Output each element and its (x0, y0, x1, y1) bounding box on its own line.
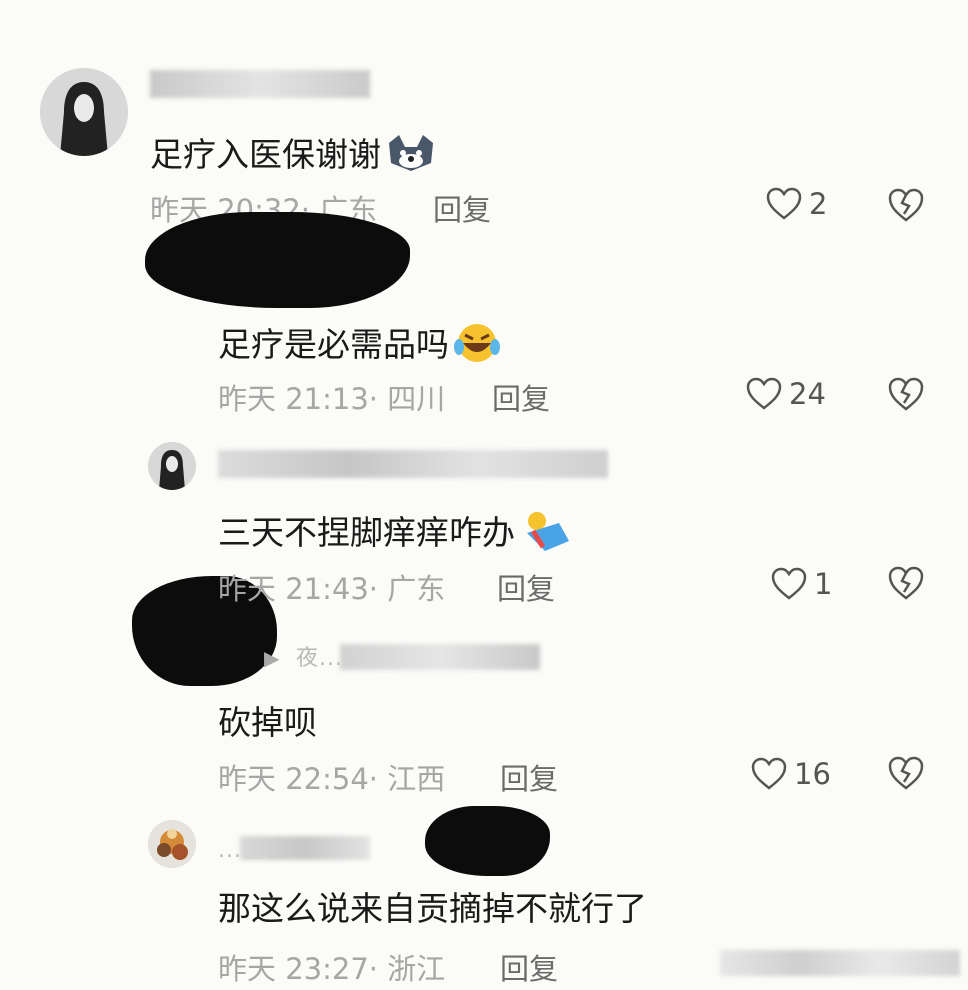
comment-text-content: 足疗入医保谢谢 (150, 135, 381, 174)
reply-to-username[interactable]: 夜... (296, 640, 343, 672)
comment-time: 昨天 21:13 (218, 382, 369, 416)
avatar[interactable] (40, 68, 128, 156)
like-count: 24 (789, 377, 826, 411)
like-count: 2 (809, 187, 828, 221)
meta-separator: · (368, 762, 388, 796)
broken-heart-icon (888, 756, 924, 790)
dislike-button[interactable] (886, 564, 926, 606)
dislike-button[interactable] (886, 375, 926, 417)
comment-text-content: 三天不捏脚痒痒咋办 (218, 513, 515, 552)
avatar-image (40, 68, 128, 156)
redacted-area (145, 212, 410, 308)
redacted-area (425, 806, 550, 876)
comment-time: 昨天 21:43 (218, 572, 369, 606)
broken-heart-icon (888, 377, 924, 411)
comment-location: 广东 (387, 572, 446, 606)
comment-thread: 足疗入医保谢谢 昨天 20:32· 广东 回复 2 足疗是必需品吗 昨天 21:… (0, 0, 968, 990)
reply-to-username-text: 夜... (296, 646, 343, 671)
dislike-button[interactable] (886, 186, 926, 228)
comment-location: 四川 (387, 382, 446, 416)
comment-text-content: 砍掉呗 (218, 703, 317, 742)
like-button[interactable]: 24 (745, 376, 826, 412)
like-button[interactable]: 2 (765, 186, 827, 222)
comment-text-content: 那这么说来自贡摘掉不就行了 (218, 889, 647, 928)
comment-meta: 昨天 21:13· 四川 (218, 376, 445, 418)
comment-meta: 昨天 22:54· 江西 (218, 756, 445, 798)
username[interactable] (150, 70, 370, 98)
comment-text: 三天不捏脚痒痒咋办 (218, 506, 573, 563)
comment-location: 浙江 (387, 952, 446, 986)
comment-time: 昨天 23:27 (218, 952, 369, 986)
comment-text-content: 足疗是必需品吗 (218, 325, 449, 364)
comment-text: 足疗是必需品吗 (218, 318, 501, 373)
avatar-image (148, 442, 196, 490)
broken-heart-icon (888, 188, 924, 222)
heart-outline-icon (746, 377, 782, 410)
comment-location: 江西 (387, 762, 446, 796)
dislike-button[interactable] (886, 754, 926, 796)
meta-separator: · (368, 382, 388, 416)
heart-outline-icon (751, 757, 787, 790)
reply-button[interactable]: 回复 (433, 187, 491, 229)
like-count: 1 (814, 567, 833, 601)
comment-text: 那这么说来自贡摘掉不就行了 (218, 882, 647, 930)
rolling-emoji-icon (519, 507, 573, 563)
like-button[interactable]: 16 (750, 756, 831, 792)
laugh-cry-emoji-icon (453, 321, 501, 373)
broken-heart-icon (888, 566, 924, 600)
meta-separator: · (368, 572, 388, 606)
username-blurred (240, 836, 370, 860)
like-count: 16 (794, 757, 831, 791)
reply-to-arrow-icon: ▶ (264, 646, 280, 670)
avatar[interactable] (148, 442, 196, 490)
reply-to-username-blurred (340, 644, 540, 670)
reply-button[interactable]: 回复 (492, 376, 550, 418)
comment-time: 昨天 22:54 (218, 762, 369, 796)
username[interactable] (218, 450, 608, 478)
reply-button[interactable]: 回复 (500, 946, 558, 988)
like-button[interactable]: 1 (770, 566, 832, 602)
reply-button[interactable]: 回复 (497, 566, 555, 608)
heart-outline-icon (766, 187, 802, 220)
reply-button[interactable]: 回复 (500, 756, 558, 798)
heart-outline-icon (771, 567, 807, 600)
comment-text: 砍掉呗 (218, 696, 317, 744)
comment-meta: 昨天 23:27· 浙江 (218, 946, 445, 988)
avatar-image (148, 820, 196, 868)
comment-meta: 昨天 21:43· 广东 (218, 566, 445, 608)
avatar[interactable] (148, 820, 196, 868)
wolf-emoji-icon (385, 133, 437, 181)
watermark (720, 950, 960, 976)
meta-separator: · (368, 952, 388, 986)
comment-text: 足疗入医保谢谢 (150, 128, 437, 181)
